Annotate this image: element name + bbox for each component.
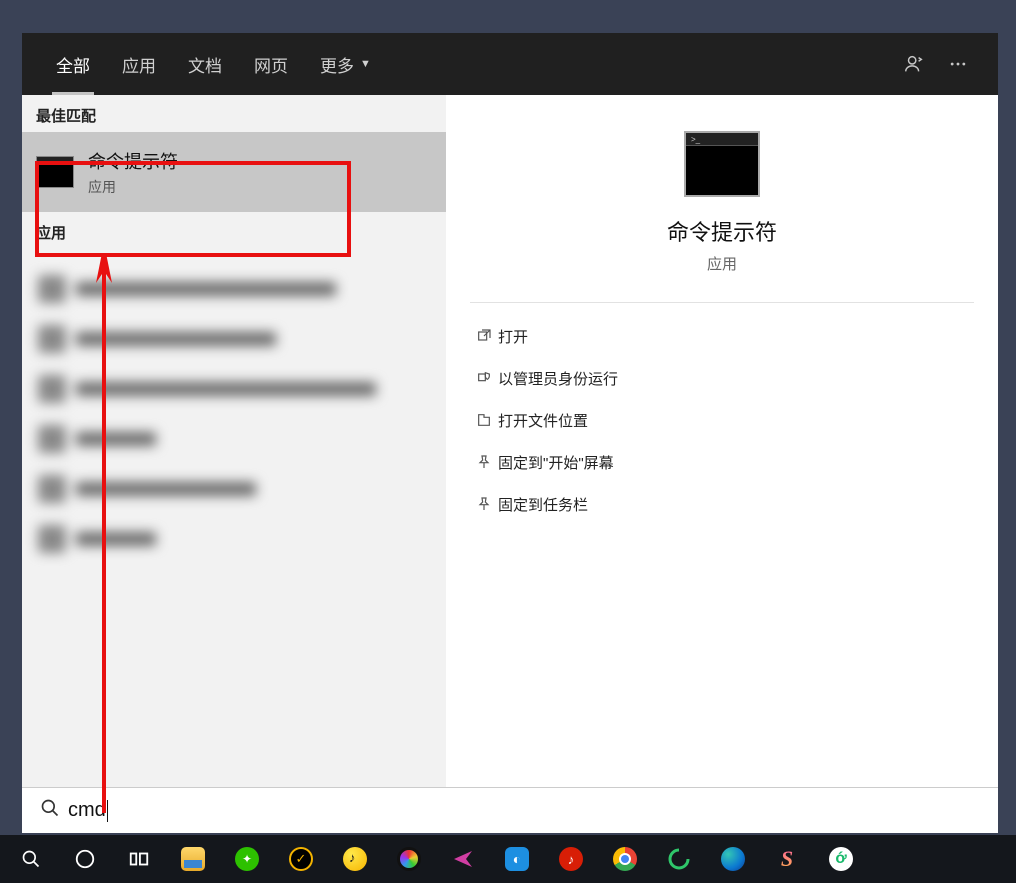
- tab-web[interactable]: 网页: [238, 33, 304, 95]
- taskbar-app-arrow[interactable]: [436, 838, 490, 880]
- taskbar-app-rainbow[interactable]: [382, 838, 436, 880]
- search-tabs-bar: 全部 应用 文档 网页 更多 ▼: [22, 33, 998, 95]
- search-panel-body: 最佳匹配 命令提示符 应用 应用 命令提示符 应用: [22, 95, 998, 787]
- list-item[interactable]: [28, 417, 440, 461]
- taskbar-app-qqmusic[interactable]: ♪: [328, 838, 382, 880]
- taskbar-app-s[interactable]: S: [760, 838, 814, 880]
- list-item[interactable]: [28, 367, 440, 411]
- chevron-down-icon: ▼: [360, 58, 371, 70]
- folder-open-icon: [470, 412, 498, 428]
- tab-web-label: 网页: [254, 52, 288, 77]
- windows-search-panel: 全部 应用 文档 网页 更多 ▼ 最佳匹配 命令提示符 应用: [22, 33, 998, 833]
- preview-subtitle: 应用: [446, 253, 998, 274]
- taskbar-search-button[interactable]: [4, 838, 58, 880]
- action-open-label: 打开: [498, 326, 528, 347]
- taskbar-app-blue[interactable]: ◐: [490, 838, 544, 880]
- cmd-icon: [36, 156, 74, 188]
- best-match-result[interactable]: 命令提示符 应用: [22, 132, 446, 212]
- preview-pane: 命令提示符 应用 打开 以管理员身份运行: [446, 95, 998, 787]
- taskbar-app-edge[interactable]: [706, 838, 760, 880]
- list-item[interactable]: [28, 317, 440, 361]
- taskbar-app-green[interactable]: ớ: [814, 838, 868, 880]
- pin-icon: [470, 454, 498, 470]
- taskbar-taskview-button[interactable]: [112, 838, 166, 880]
- best-match-subtitle: 应用: [88, 177, 178, 197]
- action-location-label: 打开文件位置: [498, 410, 588, 431]
- tab-documents-label: 文档: [188, 52, 222, 77]
- taskbar-app-wechat[interactable]: ✦: [220, 838, 274, 880]
- search-input-bar[interactable]: cmd: [22, 787, 998, 833]
- tab-apps[interactable]: 应用: [106, 33, 172, 95]
- cmd-large-icon: [684, 131, 760, 197]
- divider: [470, 302, 974, 303]
- tab-more-label: 更多: [320, 52, 354, 77]
- shield-icon: [470, 370, 498, 386]
- best-match-header: 最佳匹配: [22, 95, 446, 132]
- search-results-column: 最佳匹配 命令提示符 应用 应用: [22, 95, 446, 787]
- text-cursor: [107, 800, 108, 822]
- tab-more[interactable]: 更多 ▼: [304, 33, 387, 95]
- blurred-app-results: [22, 253, 446, 575]
- feedback-icon[interactable]: [892, 42, 936, 86]
- action-open[interactable]: 打开: [470, 315, 974, 357]
- windows-taskbar: ✦ ✓ ♪ ◐ ♪ S ớ: [0, 835, 1016, 883]
- action-run-as-admin[interactable]: 以管理员身份运行: [470, 357, 974, 399]
- tab-all[interactable]: 全部: [40, 33, 106, 95]
- taskbar-app-check[interactable]: ✓: [274, 838, 328, 880]
- action-pin-taskbar-label: 固定到任务栏: [498, 494, 588, 515]
- action-pin-start-label: 固定到"开始"屏幕: [498, 452, 614, 473]
- action-pin-to-taskbar[interactable]: 固定到任务栏: [470, 483, 974, 525]
- search-icon: [40, 798, 60, 823]
- list-item[interactable]: [28, 267, 440, 311]
- best-match-title: 命令提示符: [88, 148, 178, 174]
- tab-apps-label: 应用: [122, 52, 156, 77]
- action-admin-label: 以管理员身份运行: [498, 368, 618, 389]
- list-item[interactable]: [28, 467, 440, 511]
- tab-documents[interactable]: 文档: [172, 33, 238, 95]
- preview-title: 命令提示符: [446, 215, 998, 247]
- pin-icon: [470, 496, 498, 512]
- action-list: 打开 以管理员身份运行 打开文件位置: [446, 315, 998, 525]
- more-icon[interactable]: [936, 42, 980, 86]
- search-query-text: cmd: [68, 799, 106, 822]
- apps-header: 应用: [22, 212, 446, 249]
- action-open-file-location[interactable]: 打开文件位置: [470, 399, 974, 441]
- taskbar-app-explorer[interactable]: [166, 838, 220, 880]
- open-icon: [470, 328, 498, 344]
- taskbar-app-netease[interactable]: ♪: [544, 838, 598, 880]
- action-pin-to-start[interactable]: 固定到"开始"屏幕: [470, 441, 974, 483]
- taskbar-app-loading[interactable]: [652, 838, 706, 880]
- taskbar-cortana-button[interactable]: [58, 838, 112, 880]
- list-item[interactable]: [28, 517, 440, 561]
- taskbar-app-chrome[interactable]: [598, 838, 652, 880]
- tab-all-label: 全部: [56, 52, 90, 77]
